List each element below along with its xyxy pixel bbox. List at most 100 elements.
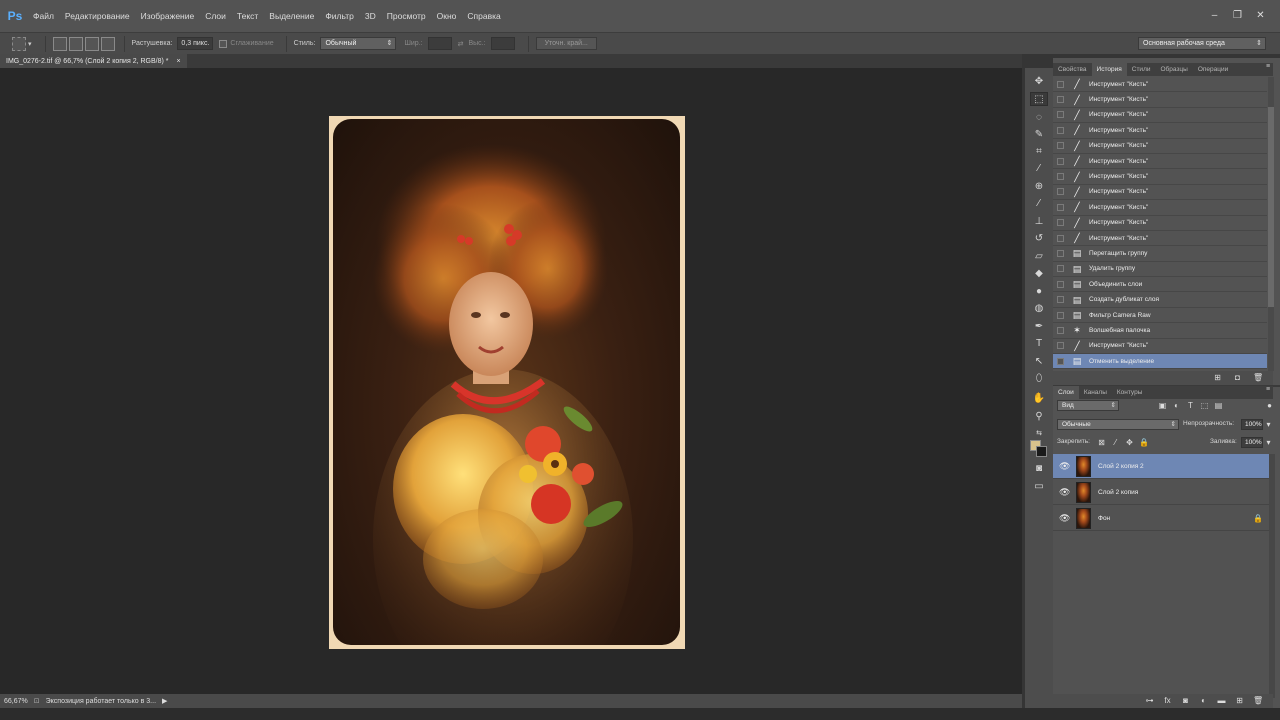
opacity-input[interactable]: 100% (1241, 419, 1263, 430)
history-item[interactable]: ╱ Инструмент "Кисть" (1053, 169, 1267, 185)
history-source-checkbox[interactable] (1057, 249, 1064, 257)
blend-mode-select[interactable]: Обычные (1057, 419, 1179, 430)
scrollbar-thumb[interactable] (1268, 107, 1274, 307)
rectangular-marquee-icon[interactable]: ⬚ (1030, 92, 1048, 106)
add-mask-icon[interactable]: ◙ (1181, 697, 1190, 705)
history-item[interactable]: ╱ Инструмент "Кисть" (1053, 108, 1267, 124)
history-source-checkbox[interactable] (1057, 203, 1064, 211)
pen-icon[interactable]: ✒ (1030, 319, 1048, 333)
document-tab[interactable]: IMG_0276-2.tif @ 66,7% (Слой 2 копия 2, … (0, 54, 187, 68)
blur-icon[interactable]: ● (1030, 284, 1048, 298)
history-source-checkbox[interactable] (1057, 111, 1064, 119)
menu-type[interactable]: Текст (237, 11, 258, 21)
refine-edge-button[interactable]: Уточн. край... (535, 37, 597, 50)
intersect-selection-icon[interactable] (100, 36, 115, 51)
history-source-checkbox[interactable] (1057, 342, 1064, 350)
history-brush-icon[interactable]: ↺ (1030, 231, 1048, 245)
history-item[interactable]: ▤ Создать дубликат слоя (1053, 292, 1267, 308)
layer-filter-select[interactable]: Вид (1057, 400, 1119, 411)
history-source-checkbox[interactable] (1057, 311, 1064, 319)
menu-layers[interactable]: Слои (205, 11, 226, 21)
history-source-checkbox[interactable] (1057, 173, 1064, 181)
close-icon[interactable]: ✕ (1251, 10, 1270, 23)
history-source-checkbox[interactable] (1057, 280, 1064, 288)
layer-thumbnail[interactable] (1076, 507, 1091, 529)
antialias-checkbox[interactable] (219, 39, 228, 48)
brush-icon[interactable]: ⁄ (1030, 196, 1048, 210)
style-select[interactable]: Обычный (320, 37, 397, 50)
history-item[interactable]: ▤ Перетащить группу (1053, 246, 1267, 262)
history-item[interactable]: ╱ Инструмент "Кисть" (1053, 339, 1267, 355)
clone-stamp-icon[interactable]: ⊥ (1030, 214, 1048, 228)
filter-pixel-icon[interactable]: ▣ (1158, 401, 1167, 410)
history-item[interactable]: ▤ Фильтр Camera Raw (1053, 308, 1267, 324)
status-menu-arrow-icon[interactable]: ▶ (162, 697, 167, 705)
history-source-checkbox[interactable] (1057, 296, 1064, 304)
layer-name[interactable]: Слой 2 копия 2 (1098, 463, 1144, 470)
filter-smart-object-icon[interactable]: ▤ (1214, 401, 1223, 410)
new-group-icon[interactable]: ▬ (1217, 697, 1226, 705)
history-source-checkbox[interactable] (1057, 265, 1064, 273)
tab-history[interactable]: История (1091, 63, 1127, 76)
background-color-swatch[interactable] (1036, 446, 1047, 457)
history-source-checkbox[interactable] (1057, 188, 1064, 196)
hand-icon[interactable]: ✋ (1030, 391, 1048, 405)
menu-filter[interactable]: Фильтр (325, 11, 354, 21)
layer-row[interactable]: 👁 Слой 2 копия 2 (1053, 454, 1269, 479)
history-item[interactable]: ✶ Волшебная палочка (1053, 323, 1267, 339)
type-icon[interactable]: T (1030, 336, 1048, 350)
history-source-checkbox[interactable] (1057, 96, 1064, 104)
lock-all-icon[interactable]: 🔒 (1139, 438, 1149, 447)
layer-row[interactable]: 👁 Фон 🔒 (1053, 506, 1269, 531)
close-tab-icon[interactable]: × (176, 58, 180, 65)
history-item[interactable]: ╱ Инструмент "Кисть" (1053, 77, 1267, 93)
preset-dropdown-icon[interactable]: ▾ (28, 40, 32, 48)
height-input[interactable] (490, 37, 515, 50)
history-source-checkbox[interactable] (1057, 357, 1064, 365)
tab-properties[interactable]: Свойства (1053, 63, 1092, 76)
shape-icon[interactable]: ⬯ (1030, 371, 1048, 385)
panel-menu-icon[interactable]: ≡ (1266, 63, 1270, 70)
filter-toggle-icon[interactable]: ● (1265, 401, 1274, 410)
layer-thumbnail[interactable] (1076, 455, 1091, 477)
history-source-checkbox[interactable] (1057, 219, 1064, 227)
path-selection-icon[interactable]: ↖ (1030, 354, 1048, 368)
layer-lock-icon[interactable]: 🔒 (1253, 514, 1263, 523)
layer-style-icon[interactable]: fx (1163, 697, 1172, 705)
snapshot-icon[interactable]: ◘ (1233, 374, 1242, 382)
new-layer-icon[interactable]: ⊞ (1235, 697, 1244, 705)
layer-thumbnail[interactable] (1076, 481, 1091, 503)
eraser-icon[interactable]: ▱ (1030, 249, 1048, 263)
add-selection-icon[interactable] (68, 36, 83, 51)
trash-icon[interactable]: 🗑 (1253, 374, 1263, 382)
document-image[interactable] (333, 119, 680, 645)
eyedropper-icon[interactable]: ⁄ (1030, 161, 1048, 175)
crop-icon[interactable]: ⌗ (1030, 144, 1048, 158)
width-input[interactable] (427, 37, 452, 50)
fill-dropdown-icon[interactable]: ▾ (1264, 438, 1273, 447)
link-layers-icon[interactable]: ⊶ (1145, 697, 1154, 705)
swap-icon[interactable]: ⇄ (458, 40, 464, 48)
menu-file[interactable]: Файл (33, 11, 54, 21)
opacity-dropdown-icon[interactable]: ▾ (1264, 420, 1273, 429)
zoom-level[interactable]: 66,67% (4, 698, 28, 705)
history-item[interactable]: ╱ Инструмент "Кисть" (1053, 154, 1267, 170)
lasso-icon[interactable]: ◌ (1030, 110, 1048, 124)
visibility-eye-icon[interactable]: 👁 (1059, 461, 1070, 471)
history-item[interactable]: ╱ Инструмент "Кисть" (1053, 123, 1267, 139)
filter-type-icon[interactable]: T (1186, 401, 1195, 410)
menu-view[interactable]: Просмотр (387, 11, 426, 21)
menu-3d[interactable]: 3D (365, 11, 376, 21)
quick-mask-icon[interactable]: ◙ (1030, 461, 1048, 475)
visibility-eye-icon[interactable]: 👁 (1059, 487, 1070, 497)
history-item[interactable]: ▤ Отменить выделение (1053, 354, 1267, 370)
history-item[interactable]: ╱ Инструмент "Кисть" (1053, 216, 1267, 231)
filter-adjustment-icon[interactable]: ◐ (1172, 401, 1181, 410)
menu-window[interactable]: Окно (437, 11, 457, 21)
history-source-checkbox[interactable] (1057, 234, 1064, 242)
layer-name[interactable]: Фон (1098, 515, 1110, 522)
history-source-checkbox[interactable] (1057, 80, 1064, 88)
menu-edit[interactable]: Редактирование (65, 11, 130, 21)
delete-layer-icon[interactable]: 🗑 (1253, 697, 1263, 705)
lock-position-icon[interactable]: ✥ (1125, 438, 1134, 447)
